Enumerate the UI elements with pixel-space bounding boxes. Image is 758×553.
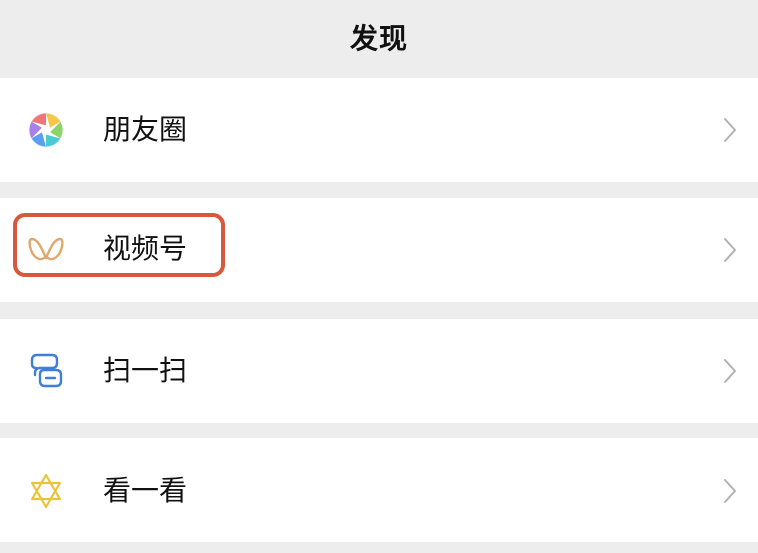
nav-header: 发现: [0, 0, 758, 78]
highlight-annotation: [13, 213, 225, 277]
chevron-right-icon: [722, 357, 738, 385]
menu-item-scan[interactable]: 扫一扫: [0, 319, 758, 423]
menu-item-label: 朋友圈: [103, 113, 188, 146]
page-title: 发现: [349, 22, 408, 55]
discover-page: 发现 朋友圈 视频号 扫一扫 看一看: [0, 0, 758, 553]
chevron-right-icon: [722, 477, 738, 505]
moments-aperture-icon: [26, 110, 66, 150]
scan-icon: [26, 351, 66, 391]
chevron-right-icon: [722, 236, 738, 264]
menu-item-label: 扫一扫: [103, 354, 188, 387]
menu-item-moments[interactable]: 朋友圈: [0, 78, 758, 182]
chevron-right-icon: [722, 116, 738, 144]
top-stories-star-icon: [26, 471, 66, 511]
menu-item-top-stories[interactable]: 看一看: [0, 438, 758, 542]
menu-item-label: 看一看: [103, 474, 188, 507]
